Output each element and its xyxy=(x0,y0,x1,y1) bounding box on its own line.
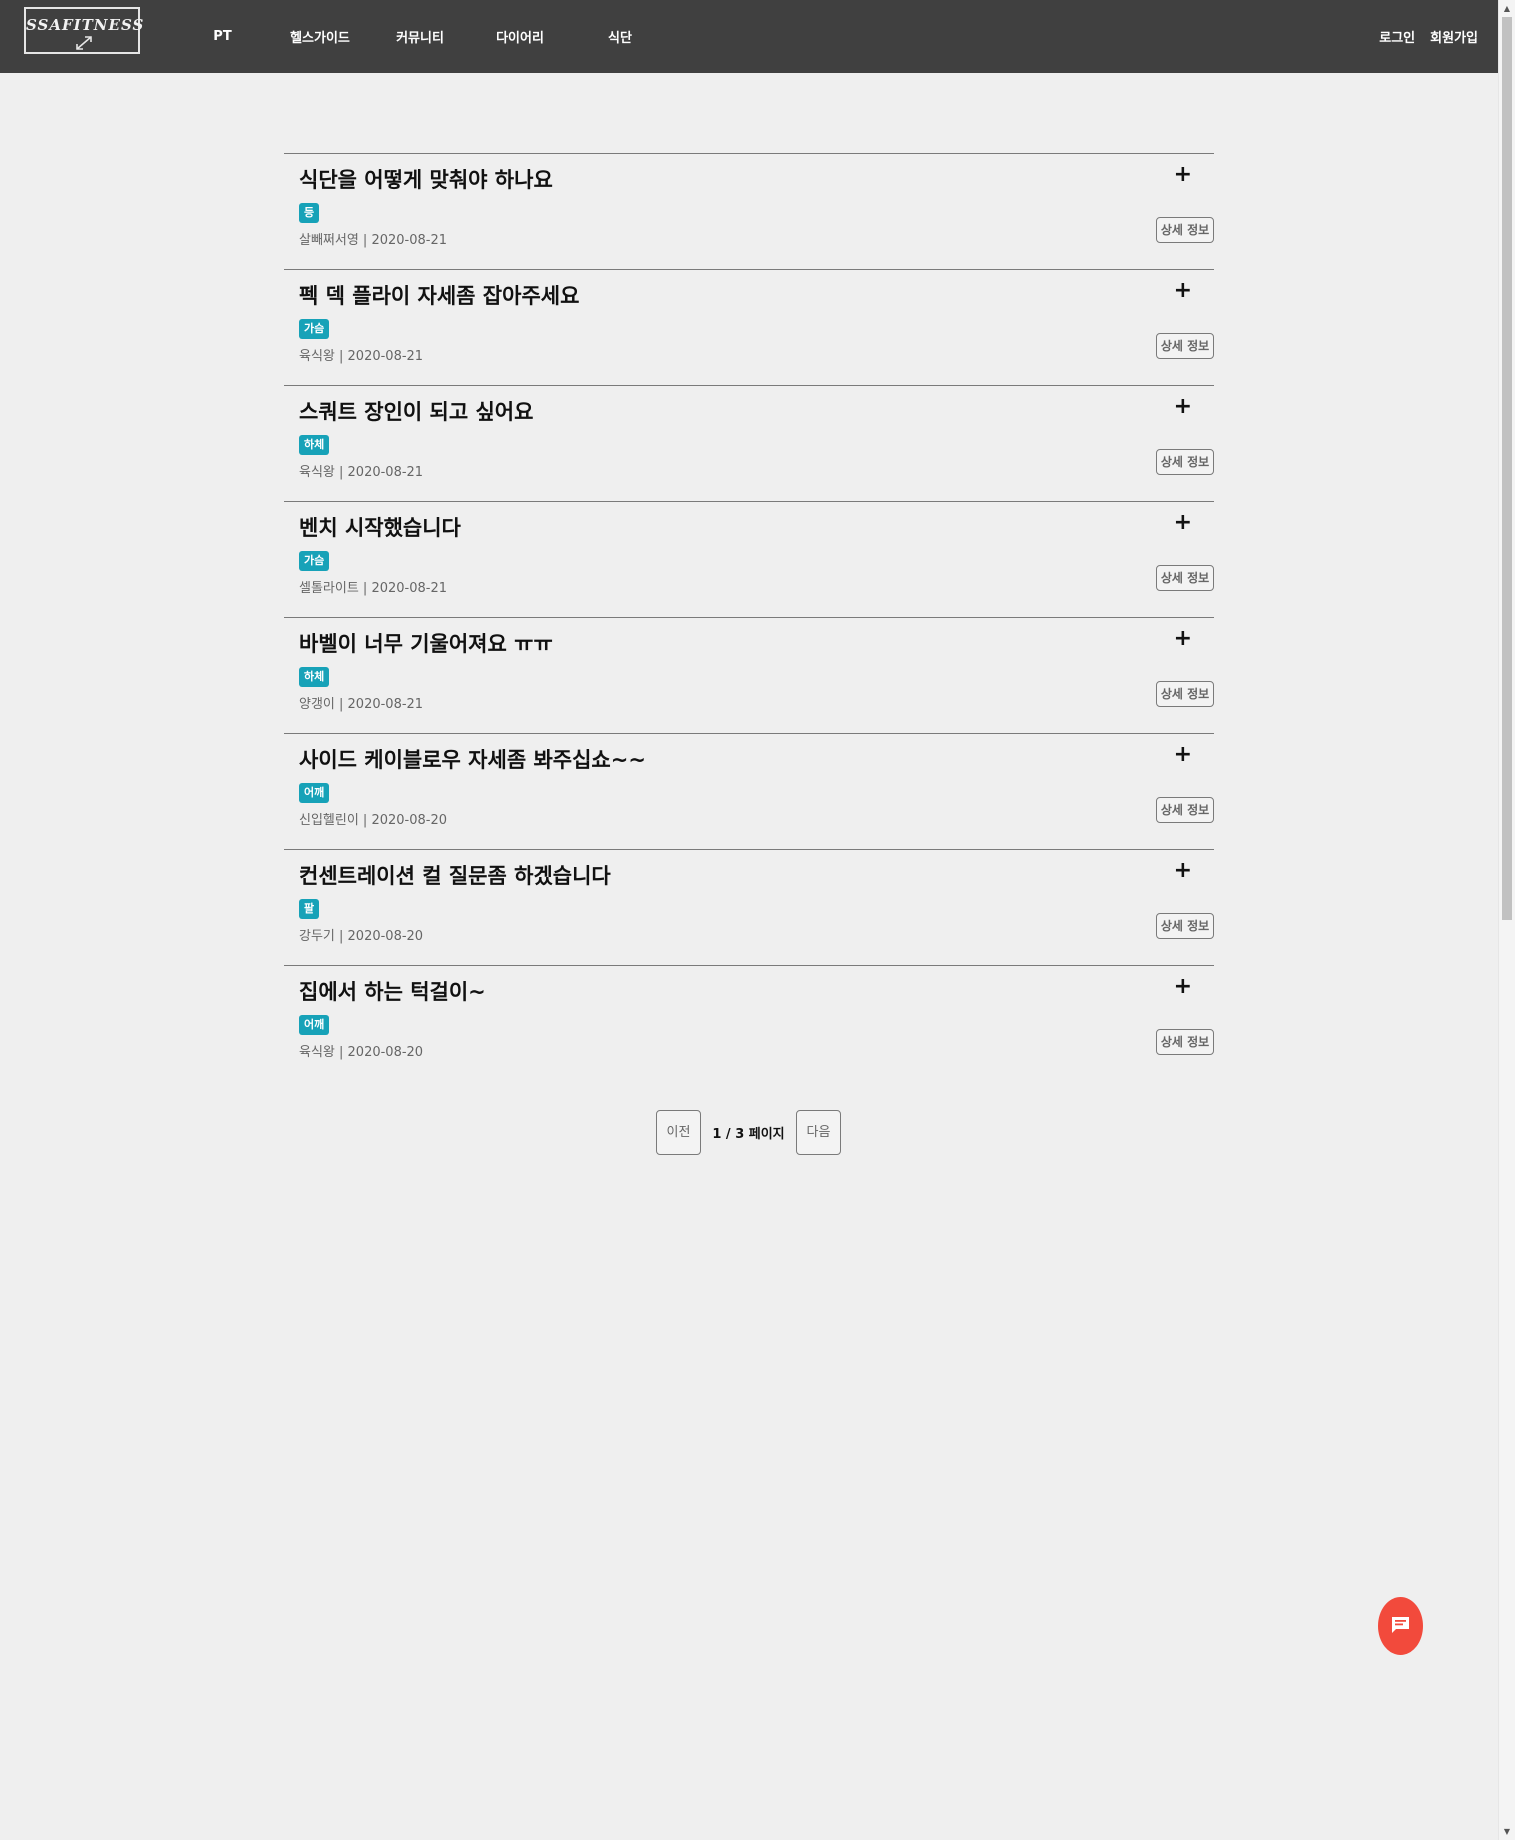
scrollbar-thumb[interactable] xyxy=(1502,17,1512,920)
plus-icon[interactable]: + xyxy=(1174,626,1192,651)
plus-icon[interactable]: + xyxy=(1174,974,1192,999)
plus-icon[interactable]: + xyxy=(1174,394,1192,419)
post-meta: 강두기 | 2020-08-20 xyxy=(299,929,424,944)
page-indicator: 1 / 3 페이지 xyxy=(712,1127,785,1142)
post-item: 스쿼트 장인이 되고 싶어요 + 하체 육식왕 | 2020-08-21 상세 … xyxy=(284,385,1214,501)
post-meta: 신입헬린이 | 2020-08-20 xyxy=(299,813,447,828)
logo-text: SSAFITNESS xyxy=(26,16,145,34)
post-meta: 살빼쩌서영 | 2020-08-21 xyxy=(299,233,447,248)
detail-button[interactable]: 상세 정보 xyxy=(1156,1029,1214,1055)
chat-button[interactable] xyxy=(1378,1597,1423,1655)
category-tag: 하체 xyxy=(299,435,330,455)
plus-icon[interactable]: + xyxy=(1174,858,1192,883)
category-tag: 하체 xyxy=(299,667,330,687)
post-title[interactable]: 사이드 케이블로우 자세좀 봐주십쇼~~ xyxy=(299,744,646,774)
post-meta: 육식왕 | 2020-08-20 xyxy=(299,1045,424,1060)
post-item: 벤치 시작했습니다 + 가슴 셀톨라이트 | 2020-08-21 상세 정보 xyxy=(284,501,1214,617)
post-meta: 셀톨라이트 | 2020-08-21 xyxy=(299,581,447,596)
signup-link[interactable]: 회원가입 xyxy=(1430,27,1478,46)
post-title[interactable]: 펙 덱 플라이 자세좀 잡아주세요 xyxy=(299,280,579,310)
vertical-scrollbar[interactable]: ▲ ▼ xyxy=(1498,0,1515,1840)
detail-button[interactable]: 상세 정보 xyxy=(1156,565,1214,591)
prev-page-button[interactable]: 이전 xyxy=(656,1110,701,1155)
nav-link-diet[interactable]: 식단 xyxy=(570,27,670,46)
detail-button[interactable]: 상세 정보 xyxy=(1156,681,1214,707)
post-meta: 육식왕 | 2020-08-21 xyxy=(299,349,424,364)
post-meta: 양갱이 | 2020-08-21 xyxy=(299,697,424,712)
post-title[interactable]: 바벨이 너무 기울어져요 ㅠㅠ xyxy=(299,628,553,658)
category-tag: 가슴 xyxy=(299,319,330,339)
detail-button[interactable]: 상세 정보 xyxy=(1156,797,1214,823)
post-meta: 육식왕 | 2020-08-21 xyxy=(299,465,424,480)
scroll-up-arrow-icon[interactable]: ▲ xyxy=(1499,0,1515,17)
post-item: 집에서 하는 턱걸이~ + 어깨 육식왕 | 2020-08-20 상세 정보 xyxy=(284,965,1214,1081)
nav-link-community[interactable]: 커뮤니티 xyxy=(370,27,470,46)
post-list: 식단을 어떻게 맞춰야 하나요 + 등 살빼쩌서영 | 2020-08-21 상… xyxy=(284,153,1214,1081)
login-link[interactable]: 로그인 xyxy=(1379,27,1415,46)
pagination: 이전 1 / 3 페이지 다음 xyxy=(656,1110,841,1155)
plus-icon[interactable]: + xyxy=(1174,742,1192,767)
chat-icon xyxy=(1392,1617,1409,1633)
category-tag: 등 xyxy=(299,203,320,223)
detail-button[interactable]: 상세 정보 xyxy=(1156,913,1214,939)
auth-links: 로그인 회원가입 xyxy=(1379,0,1478,73)
post-title[interactable]: 식단을 어떻게 맞춰야 하나요 xyxy=(299,164,553,194)
category-tag: 어깨 xyxy=(299,783,330,803)
nav-link-health-guide[interactable]: 헬스가이드 xyxy=(270,27,370,46)
detail-button[interactable]: 상세 정보 xyxy=(1156,217,1214,243)
scroll-down-arrow-icon[interactable]: ▼ xyxy=(1499,1823,1515,1840)
plus-icon[interactable]: + xyxy=(1174,510,1192,535)
post-item: 펙 덱 플라이 자세좀 잡아주세요 + 가슴 육식왕 | 2020-08-21 … xyxy=(284,269,1214,385)
plus-icon[interactable]: + xyxy=(1174,278,1192,303)
nav-link-diary[interactable]: 다이어리 xyxy=(470,27,570,46)
post-item: 사이드 케이블로우 자세좀 봐주십쇼~~ + 어깨 신입헬린이 | 2020-0… xyxy=(284,733,1214,849)
site-logo[interactable]: SSAFITNESS xyxy=(24,7,145,54)
post-title[interactable]: 집에서 하는 턱걸이~ xyxy=(299,976,486,1006)
top-navbar: SSAFITNESS PT 헬스가이드 커뮤니티 다이어리 식단 로그인 회원가… xyxy=(0,0,1498,73)
next-page-button[interactable]: 다음 xyxy=(796,1110,841,1155)
expand-arrow-icon xyxy=(76,36,92,50)
main-nav: PT 헬스가이드 커뮤니티 다이어리 식단 xyxy=(175,0,670,73)
plus-icon[interactable]: + xyxy=(1174,162,1192,187)
detail-button[interactable]: 상세 정보 xyxy=(1156,449,1214,475)
nav-link-pt[interactable]: PT xyxy=(175,29,270,44)
post-item: 바벨이 너무 기울어져요 ㅠㅠ + 하체 양갱이 | 2020-08-21 상세… xyxy=(284,617,1214,733)
detail-button[interactable]: 상세 정보 xyxy=(1156,333,1214,359)
post-title[interactable]: 벤치 시작했습니다 xyxy=(299,512,461,542)
post-item: 식단을 어떻게 맞춰야 하나요 + 등 살빼쩌서영 | 2020-08-21 상… xyxy=(284,153,1214,269)
post-title[interactable]: 컨센트레이션 컬 질문좀 하겠습니다 xyxy=(299,860,611,890)
category-tag: 가슴 xyxy=(299,551,330,571)
category-tag: 팔 xyxy=(299,899,320,919)
post-item: 컨센트레이션 컬 질문좀 하겠습니다 + 팔 강두기 | 2020-08-20 … xyxy=(284,849,1214,965)
post-title[interactable]: 스쿼트 장인이 되고 싶어요 xyxy=(299,396,533,426)
category-tag: 어깨 xyxy=(299,1015,330,1035)
